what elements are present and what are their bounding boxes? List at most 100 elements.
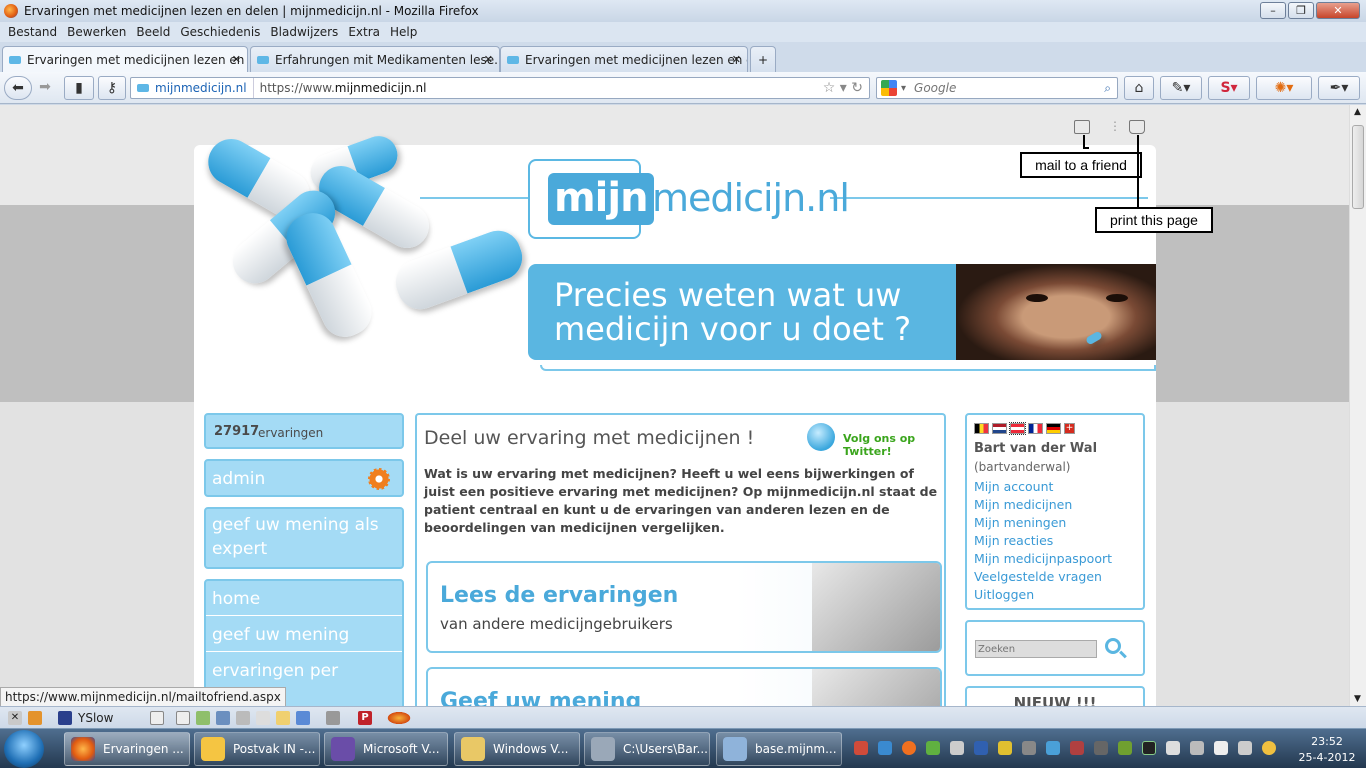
stumble-icon[interactable]: S▾	[1208, 76, 1250, 100]
menu-extra[interactable]: Extra	[346, 25, 382, 39]
start-button[interactable]	[4, 730, 44, 768]
close-tab-icon[interactable]: ✕	[232, 53, 241, 66]
taskbar-firefox[interactable]: Ervaringen ...	[64, 732, 190, 766]
logo-medicijn[interactable]: medicijn.nl	[652, 173, 850, 223]
addon-icon[interactable]	[150, 711, 164, 725]
link-faq[interactable]: Veelgestelde vragen	[974, 569, 1102, 584]
close-window-button[interactable]: ✕	[1316, 2, 1360, 19]
link-my-account[interactable]: Mijn account	[974, 479, 1053, 494]
tab-1[interactable]: Ervaringen met medicijnen lezen en d... …	[2, 46, 248, 72]
tray-icon[interactable]	[1070, 741, 1084, 755]
menu-help[interactable]: Help	[388, 25, 419, 39]
scroll-up-icon[interactable]: ▲	[1354, 107, 1361, 117]
bookmark-star-icon[interactable]: ☆ ▾ ↻	[823, 80, 869, 96]
firebug-icon[interactable]: ✺▾	[1256, 76, 1312, 100]
addon-icon[interactable]	[256, 711, 270, 725]
link-my-medicines[interactable]: Mijn medicijnen	[974, 497, 1072, 512]
menu-bewerken[interactable]: Bewerken	[65, 25, 128, 39]
yslow-icon[interactable]	[58, 711, 72, 725]
pen-tool-icon[interactable]: ✒▾	[1318, 76, 1360, 100]
volume-icon[interactable]	[1238, 741, 1252, 755]
close-addon-bar-icon[interactable]: ✕	[8, 711, 22, 725]
flag-fr-icon[interactable]	[1028, 423, 1043, 434]
addon-icon[interactable]	[236, 711, 250, 725]
tray-icon[interactable]	[1142, 741, 1156, 755]
nav-experiences-per[interactable]: ervaringen per	[212, 661, 338, 681]
tray-icon[interactable]	[1022, 741, 1036, 755]
back-button[interactable]: ⬅	[4, 76, 32, 100]
give-opinion-card[interactable]: Geef uw mening	[426, 667, 942, 706]
nav-home[interactable]: home	[212, 589, 260, 609]
forward-button[interactable]: ➡	[34, 76, 56, 100]
taskbar-visual-studio[interactable]: Microsoft V...	[324, 732, 448, 766]
tray-icon[interactable]	[950, 741, 964, 755]
addon-p-icon[interactable]: P	[358, 711, 372, 725]
addon-icon[interactable]	[176, 711, 190, 725]
search-engine-dropdown-icon[interactable]: ▾	[901, 83, 906, 94]
flag-de-icon[interactable]	[1046, 423, 1061, 434]
tray-icon[interactable]	[854, 741, 868, 755]
nav-give-opinion[interactable]: geef uw mening	[212, 625, 349, 645]
admin-button[interactable]: admin	[204, 459, 404, 497]
url-text[interactable]: https://www.mijnmedicijn.nl	[254, 81, 427, 95]
taskbar-cmd[interactable]: C:\Users\Bar...	[584, 732, 710, 766]
flag-at-icon[interactable]	[1009, 422, 1026, 435]
tray-icon[interactable]	[1190, 741, 1204, 755]
tray-icon[interactable]	[1118, 741, 1132, 755]
mail-icon[interactable]	[1129, 120, 1145, 134]
tray-icon[interactable]	[974, 741, 988, 755]
link-medicine-passport[interactable]: Mijn medicijnpaspoort	[974, 551, 1112, 566]
flag-ch-icon[interactable]: +	[1064, 423, 1075, 434]
menu-geschiedenis[interactable]: Geschiedenis	[178, 25, 262, 39]
link-logout[interactable]: Uitloggen	[974, 587, 1034, 602]
addon-icon[interactable]	[326, 711, 340, 725]
stats-icon[interactable]: ▮	[64, 76, 94, 100]
close-tab-icon[interactable]: ✕	[732, 53, 741, 66]
addon-icon[interactable]	[196, 711, 210, 725]
expert-opinion-button[interactable]: geef uw mening als expert	[204, 507, 404, 569]
search-icon[interactable]: ⌕	[1104, 81, 1117, 96]
google-icon[interactable]	[881, 80, 897, 96]
network-signal-icon[interactable]	[1166, 741, 1180, 755]
system-clock[interactable]: 23:52 25-4-2012	[1292, 734, 1362, 766]
flag-be-icon[interactable]	[974, 423, 989, 434]
key-icon[interactable]: ⚷	[98, 76, 126, 100]
flag-nl-icon[interactable]	[992, 423, 1007, 434]
menu-beeld[interactable]: Beeld	[134, 25, 172, 39]
tray-icon[interactable]	[998, 741, 1012, 755]
maximize-button[interactable]: ❐	[1288, 2, 1314, 19]
addon-tool-icon[interactable]: ✎▾	[1160, 76, 1202, 100]
tray-icon[interactable]	[878, 741, 892, 755]
print-icon[interactable]	[1074, 120, 1090, 134]
site-search-input[interactable]	[975, 640, 1097, 658]
new-tab-button[interactable]: +	[750, 46, 776, 72]
addon-icon[interactable]	[216, 711, 230, 725]
scroll-down-icon[interactable]: ▼	[1354, 694, 1361, 704]
menu-bestand[interactable]: Bestand	[6, 25, 59, 39]
tab-2[interactable]: Erfahrungen mit Medikamenten lese... ✕	[250, 46, 500, 72]
minimize-button[interactable]: –	[1260, 2, 1286, 19]
site-identity-button[interactable]: mijnmedicijn.nl	[131, 78, 254, 98]
yslow-label[interactable]: YSlow	[78, 711, 113, 725]
home-icon[interactable]: ⌂	[1124, 76, 1154, 100]
taskbar-windows-explorer[interactable]: Windows V...	[454, 732, 580, 766]
tray-icon[interactable]	[1046, 741, 1060, 755]
tray-icon[interactable]	[926, 741, 940, 755]
firebug-icon[interactable]	[386, 711, 412, 725]
addon-icon[interactable]	[28, 711, 42, 725]
scrollbar-thumb[interactable]	[1352, 125, 1364, 209]
search-icon[interactable]	[1105, 638, 1121, 654]
tab-3[interactable]: Ervaringen met medicijnen lezen en d... …	[500, 46, 748, 72]
link-my-reactions[interactable]: Mijn reacties	[974, 533, 1053, 548]
action-center-flag-icon[interactable]	[1214, 741, 1228, 755]
search-input[interactable]	[914, 81, 1095, 95]
tray-icon[interactable]	[902, 741, 916, 755]
vertical-scrollbar[interactable]: ▲ ▼	[1349, 105, 1366, 706]
logo-mijn[interactable]: mijn	[548, 173, 654, 225]
read-experiences-card[interactable]: Lees de ervaringen van andere medicijnge…	[426, 561, 942, 653]
twitter-follow-link[interactable]: Volg ons op Twitter!	[805, 421, 945, 458]
taskbar-base[interactable]: base.mijnm...	[716, 732, 842, 766]
menu-bladwijzers[interactable]: Bladwijzers	[268, 25, 340, 39]
addon-icon[interactable]	[296, 711, 310, 725]
addon-icon[interactable]	[276, 711, 290, 725]
